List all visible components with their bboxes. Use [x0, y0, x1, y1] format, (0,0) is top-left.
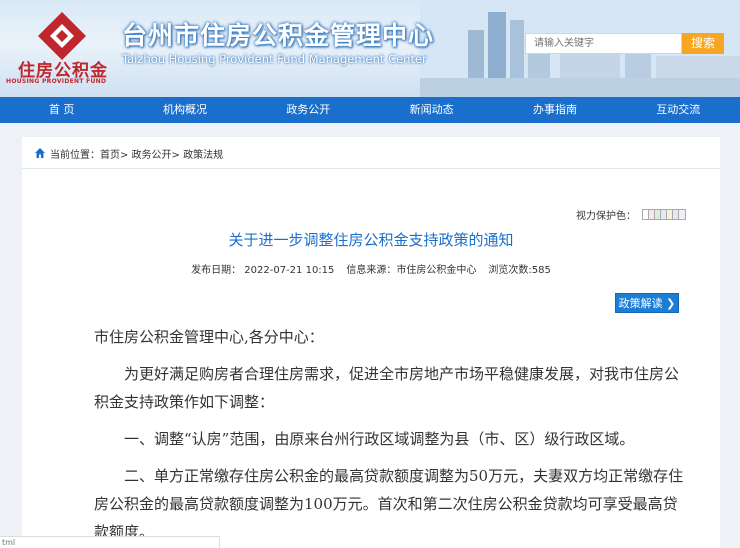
article-paragraph: 二、单方正常缴存住房公积金的最高贷款额度调整为50万元，夫妻双方均正常缴存住房公…: [94, 467, 684, 541]
content-panel: 当前位置：首页> 政务公开> 政策法规 视力保护色： 关于进一步调整住房公积金支…: [22, 137, 720, 548]
policy-interpretation-button[interactable]: 政策解读 ❯: [615, 293, 679, 313]
info-source: 信息来源：市住房公积金中心: [346, 265, 477, 276]
publish-date: 发布日期： 2022-07-21 10:15: [191, 265, 335, 276]
nav-item-news[interactable]: 新闻动态: [370, 97, 493, 123]
site-title: 台州市住房公积金管理中心: [122, 21, 435, 50]
article-title: 关于进一步调整住房公积金支持政策的通知: [228, 231, 514, 249]
article-paragraph: 为更好满足购房者合理住房需求，促进全市房地产市场平稳健康发展，对我市住房公积金支…: [94, 365, 680, 411]
breadcrumb: 当前位置：首页> 政务公开> 政策法规: [22, 137, 720, 169]
article-paragraph: 一、调整“认房”范围，由原来台州行政区域调整为县（市、区）级行政区域。: [124, 430, 635, 448]
site-english-title: Taizhou Housing Provident Fund Managemen…: [122, 52, 427, 66]
view-count: 浏览次数:585: [488, 265, 551, 276]
article-meta: 发布日期： 2022-07-21 10:15 信息来源：市住房公积金中心 浏览次数:…: [22, 261, 720, 276]
search-input[interactable]: [525, 33, 682, 54]
logo-english-text: HOUSING PROVIDENT FUND: [6, 78, 107, 85]
breadcrumb-text[interactable]: 当前位置：首页> 政务公开> 政策法规: [50, 146, 223, 161]
nav-item-service-guide[interactable]: 办事指南: [493, 97, 616, 123]
nav-item-organization[interactable]: 机构概况: [123, 97, 246, 123]
nav-item-home[interactable]: 首 页: [0, 97, 123, 123]
nav-item-interaction[interactable]: 互动交流: [617, 97, 740, 123]
main-nav: 首 页 机构概况 政务公开 新闻动态 办事指南 互动交流: [0, 97, 740, 123]
color-swatches: [642, 209, 686, 220]
browser-status-bar: tml: [0, 536, 220, 548]
search-button[interactable]: 搜索: [682, 33, 724, 54]
eye-protection-color-picker: 视力保护色：: [576, 207, 686, 222]
policy-button-label: 政策解读: [618, 297, 663, 310]
article-greeting: 市住房公积金管理中心,各分中心：: [94, 328, 324, 346]
home-icon: [35, 148, 45, 158]
color-swatch[interactable]: [679, 210, 685, 219]
article-body: 市住房公积金管理中心,各分中心： 为更好满足购房者合理住房需求，促进全市房地产市…: [94, 323, 684, 548]
nav-item-government-affairs[interactable]: 政务公开: [247, 97, 370, 123]
eye-protection-label: 视力保护色：: [576, 211, 636, 222]
site-header: 住房公积金 HOUSING PROVIDENT FUND 台州市住房公积金管理中…: [0, 0, 740, 97]
